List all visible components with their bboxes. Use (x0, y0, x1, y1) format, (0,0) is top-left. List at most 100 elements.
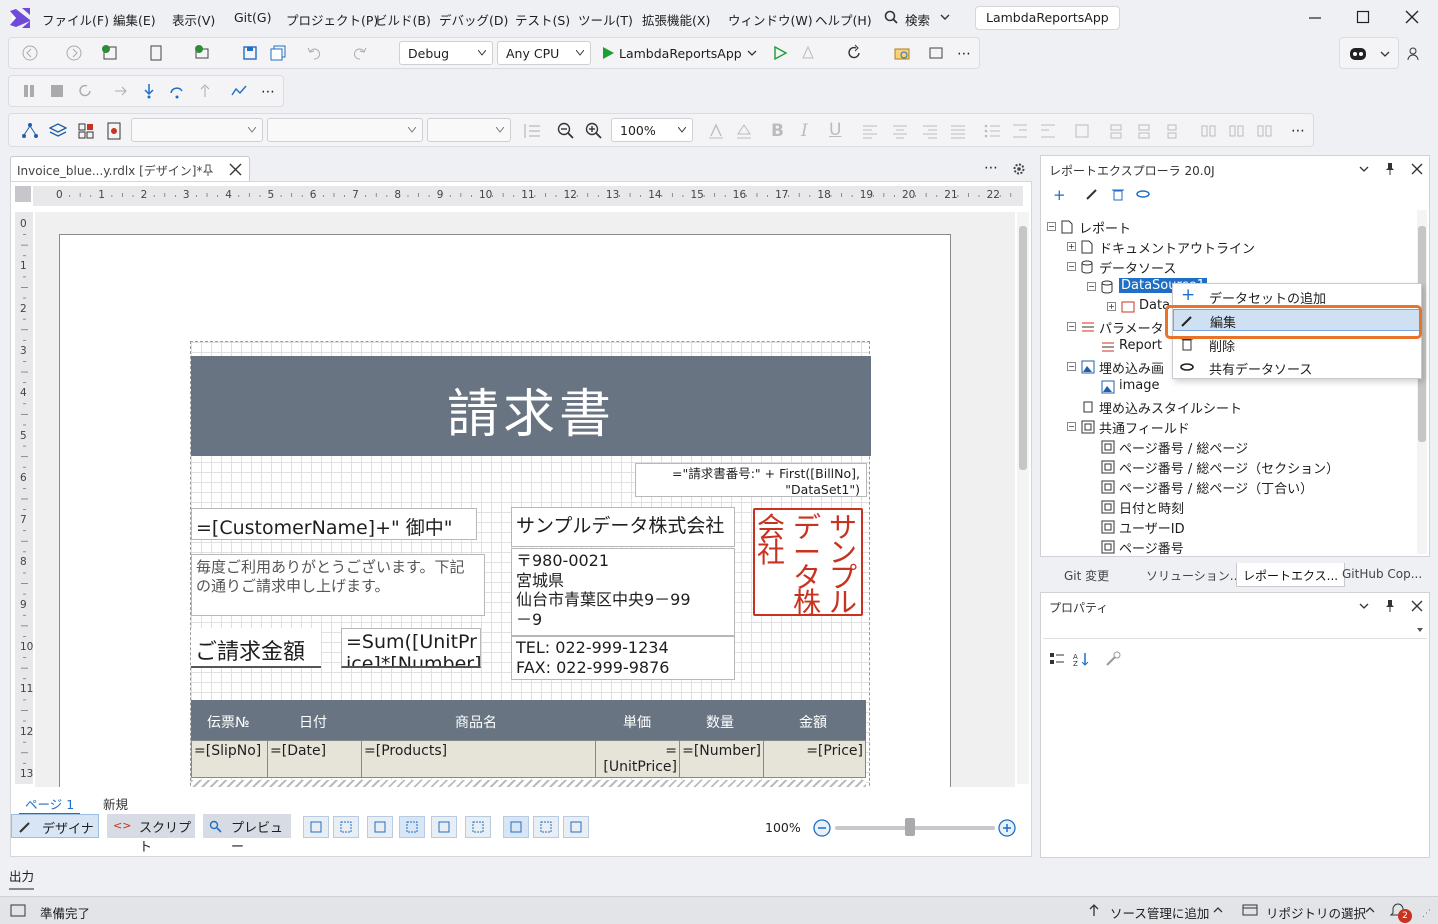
add-to-source-control[interactable]: ソース管理に追加 (1110, 903, 1209, 922)
close-window-icon[interactable] (1404, 9, 1420, 25)
menu-build[interactable]: ビルド(B) (375, 10, 431, 29)
distribute-center-icon[interactable] (1227, 122, 1245, 140)
embedded-images-node[interactable]: 埋め込み画 (1099, 358, 1164, 377)
cell-number[interactable]: =[Number] (680, 741, 764, 777)
forward-icon[interactable] (65, 44, 83, 62)
refresh-icon[interactable] (845, 44, 863, 62)
snap-lines-icon[interactable] (303, 816, 329, 838)
delete-region-icon[interactable] (563, 816, 589, 838)
notification-badge[interactable]: 2 (1398, 909, 1412, 923)
hand-icon[interactable] (533, 816, 559, 838)
step-into-icon[interactable] (141, 83, 159, 101)
border-icon[interactable] (1073, 122, 1091, 140)
arrow-up-icon[interactable] (1088, 903, 1100, 917)
dots-grid-icon[interactable] (367, 816, 393, 838)
more-icon[interactable]: ⋯ (984, 160, 998, 176)
bullets-icon[interactable] (983, 122, 1001, 140)
diagnostic-icon[interactable] (231, 83, 249, 101)
chevron-down-icon[interactable] (1417, 628, 1423, 632)
redo-icon[interactable] (351, 44, 369, 62)
categorized-icon[interactable] (1049, 651, 1065, 667)
tree-expander-icon[interactable]: − (1087, 282, 1096, 291)
cell-date[interactable]: =[Date] (268, 741, 362, 777)
configuration-select[interactable]: Debug (399, 41, 493, 65)
platform-select[interactable]: Any CPU (497, 41, 591, 65)
zoom-slider-thumb[interactable] (905, 818, 915, 836)
pin-icon[interactable] (201, 163, 215, 177)
report-node[interactable]: レポート (1079, 218, 1131, 237)
menu-tools[interactable]: ツール(T) (578, 10, 633, 29)
menu-window[interactable]: ウィンドウ(W) (728, 10, 813, 29)
zoom-in-circle-icon[interactable] (997, 818, 1017, 838)
field-page-total-collate-node[interactable]: ページ番号 / 総ページ（丁合い） (1119, 478, 1313, 497)
menu-file[interactable]: ファイル(F) (42, 10, 109, 29)
server-explorer-icon[interactable] (927, 44, 945, 62)
menu-shared-datasource[interactable]: 共有データソース (1173, 356, 1421, 378)
font-size-select[interactable] (427, 118, 511, 142)
table-detail-row[interactable]: =[SlipNo] =[Date] =[Products] =[UnitPric… (191, 740, 866, 778)
greeting-textbox[interactable]: 毎度ご利用ありがとうございます。下記 の通りご請求申し上げます。 (191, 554, 485, 616)
bill-no-textbox[interactable]: ="請求書番号:" + First([BillNo], "DataSet1") (635, 463, 867, 497)
stop-icon[interactable] (49, 83, 67, 101)
script-tab[interactable]: スクリプト <> (107, 814, 195, 855)
tree-expander-icon[interactable]: − (1067, 422, 1076, 431)
distribute-left-icon[interactable] (1199, 122, 1217, 140)
more-icon[interactable]: ⋯ (1291, 123, 1305, 139)
page-1-tab[interactable]: ページ 1 (19, 794, 81, 815)
horizontal-ruler[interactable]: 0 1 2 3 4 5 6 7 8 9 10 11 12 13 14 15 16 17 18 19 20 21 22 (33, 186, 1023, 206)
step-over-icon[interactable] (169, 83, 187, 101)
solution-explorer-icon[interactable] (893, 44, 911, 62)
alphabetical-icon[interactable]: AZ (1073, 651, 1091, 667)
zoom-out-circle-icon[interactable] (812, 818, 832, 838)
customer-textbox[interactable]: =[CustomerName]+" 御中" (191, 508, 477, 540)
save-all-icon[interactable] (269, 44, 287, 62)
align-middle-icon[interactable] (1135, 122, 1153, 140)
chevron-down-icon[interactable] (1359, 166, 1369, 172)
line-spacing-icon[interactable] (523, 122, 541, 140)
outdent-icon[interactable] (1039, 122, 1057, 140)
output-tab[interactable]: 出力 (9, 866, 35, 890)
menu-help[interactable]: ヘルプ(H) (815, 10, 872, 29)
report-properties-icon[interactable] (105, 122, 123, 140)
common-fields-node[interactable]: 共通フィールド (1099, 418, 1190, 437)
report-explorer-icon[interactable] (21, 122, 39, 140)
field-datetime-node[interactable]: 日付と時刻 (1119, 498, 1184, 517)
indent-icon[interactable] (1011, 122, 1029, 140)
style-select[interactable] (267, 118, 423, 142)
amount-label[interactable]: ご請求金額 (191, 628, 321, 668)
menu-test[interactable]: テスト(S) (515, 10, 570, 29)
tree-expander-icon[interactable]: + (1107, 302, 1116, 311)
align-left-icon[interactable] (861, 122, 879, 140)
resize-icon[interactable] (431, 816, 457, 838)
document-tab[interactable]: Invoice_blue...y.rdlx [デザイン]* (10, 156, 250, 182)
field-userid-node[interactable]: ユーザーID (1119, 518, 1185, 537)
open-file-icon[interactable] (147, 44, 165, 62)
vertical-scrollbar[interactable] (1017, 212, 1029, 784)
underline-icon[interactable]: U (829, 120, 841, 140)
align-center-icon[interactable] (891, 122, 909, 140)
save-icon[interactable] (241, 44, 259, 62)
menu-debug[interactable]: デバッグ(D) (439, 10, 508, 29)
more-icon[interactable]: ⋯ (957, 46, 971, 62)
tree-scrollbar[interactable] (1417, 210, 1427, 554)
pin-icon[interactable] (1383, 599, 1397, 613)
grid-icon[interactable] (399, 816, 425, 838)
tree-expander-icon[interactable]: − (1067, 362, 1076, 371)
toolbox-icon[interactable] (77, 122, 95, 140)
edit-pencil-icon[interactable] (1085, 187, 1099, 201)
zoom-slider-track[interactable] (835, 826, 995, 830)
object-selector[interactable] (1043, 621, 1427, 639)
hot-reload-icon[interactable] (799, 44, 817, 62)
maximize-icon[interactable] (1355, 9, 1371, 25)
chevron-down-icon[interactable] (1359, 603, 1369, 609)
designer-tab[interactable]: デザイナ (11, 814, 99, 838)
background-color-icon[interactable] (735, 122, 753, 140)
new-project-icon[interactable] (101, 44, 119, 62)
chevron-down-icon[interactable] (1380, 51, 1390, 57)
cell-products[interactable]: =[Products] (362, 741, 596, 777)
chevron-up-icon[interactable] (1213, 907, 1223, 913)
undo-icon[interactable] (305, 44, 323, 62)
justify-icon[interactable] (949, 122, 967, 140)
preview-tab[interactable]: プレビュー (203, 814, 291, 855)
field-page-total-node[interactable]: ページ番号 / 総ページ (1119, 438, 1248, 457)
